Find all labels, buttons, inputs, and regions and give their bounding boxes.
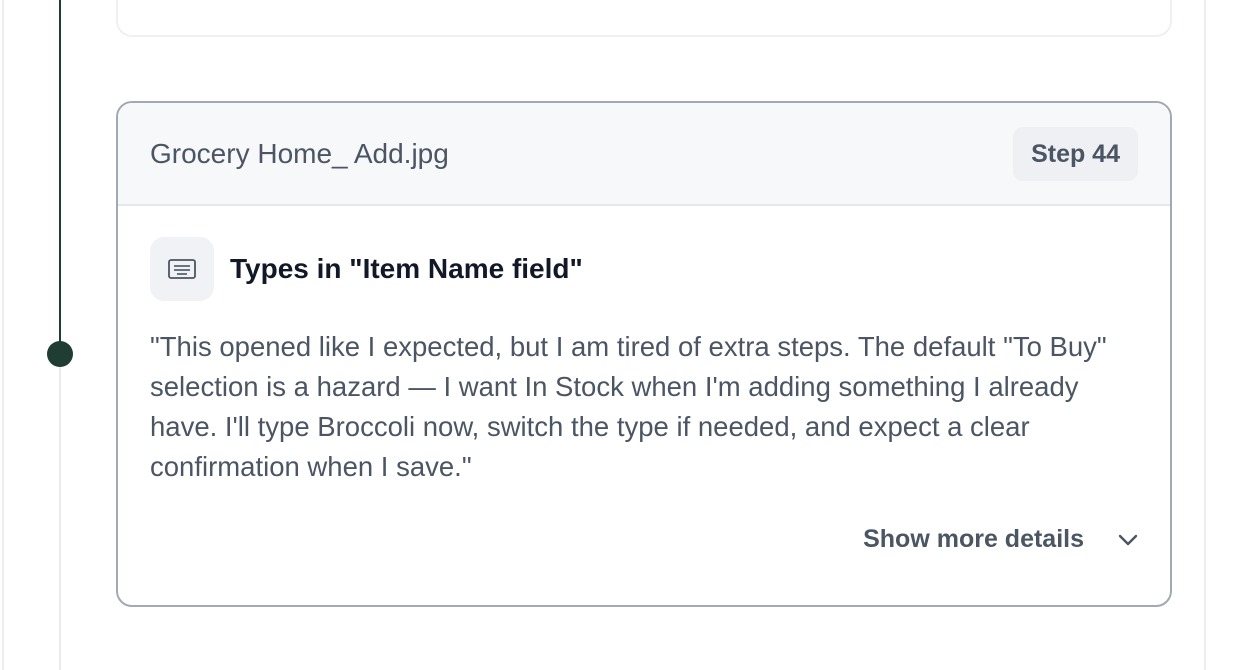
step-number-badge: Step 44 — [1013, 127, 1138, 181]
show-more-details-button[interactable]: Show more details — [863, 525, 1140, 554]
previous-step-card — [116, 0, 1172, 37]
step-card-header: Grocery Home_ Add.jpg Step 44 — [118, 103, 1170, 206]
screen-filename: Grocery Home_ Add.jpg — [150, 138, 449, 169]
user-thought-quote: "This opened like I expected, but I am t… — [150, 331, 1107, 482]
action-row: Types in "Item Name field" — [150, 237, 583, 301]
timeline-node — [47, 341, 73, 367]
show-more-details-label: Show more details — [863, 525, 1084, 553]
keyboard-icon — [150, 237, 214, 301]
step-card: Grocery Home_ Add.jpg Step 44 Types in "… — [116, 101, 1172, 607]
chevron-down-icon — [1116, 528, 1140, 552]
page-right-border — [1204, 0, 1206, 670]
action-title: Types in "Item Name field" — [230, 253, 583, 284]
page-left-border — [2, 0, 4, 670]
timeline-line-completed — [59, 0, 61, 354]
timeline-line-pending — [59, 354, 61, 670]
